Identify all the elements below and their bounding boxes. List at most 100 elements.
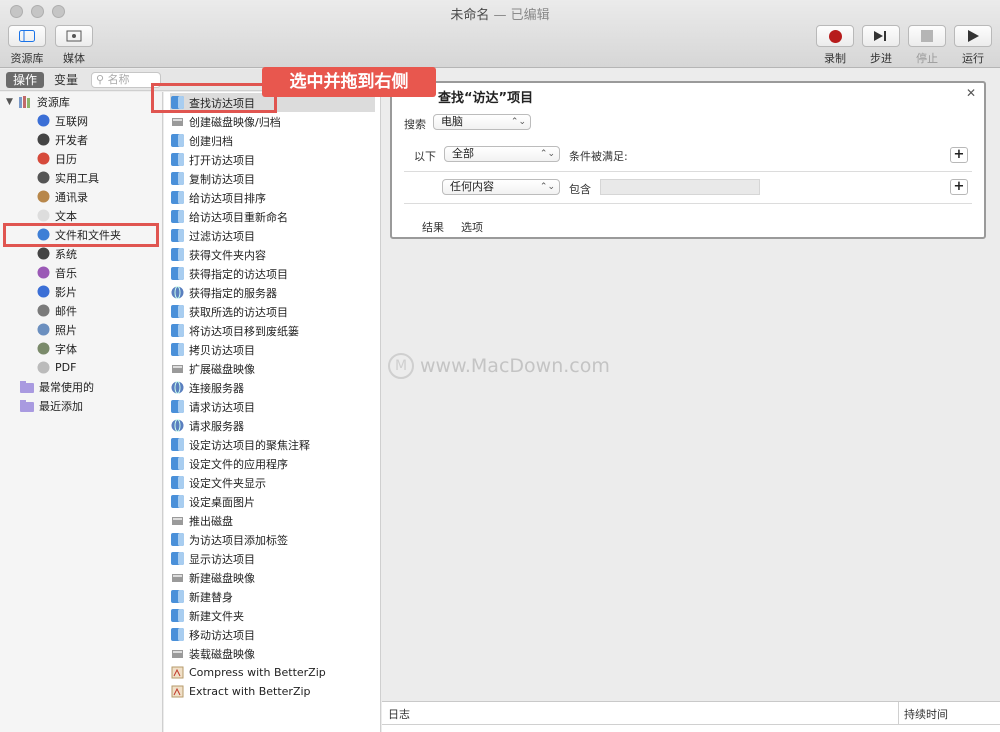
tab-actions[interactable]: 操作 [6,72,45,88]
finder-icon [170,134,184,148]
search-scope-popup[interactable]: 电脑 ⌃⌄ [433,114,531,130]
action-item[interactable]: 获取所选的访达项目 [170,302,375,321]
duration-column-header[interactable]: 持续时间 [904,706,948,722]
watermark: M www.MacDown.com [388,353,610,379]
contains-label: 包含 [569,183,591,196]
finder-icon [170,457,184,471]
action-item[interactable]: 新建文件夹 [170,606,375,625]
window-titlebar: 未命名 — 已编辑 资源库 媒体 录制 步进 停止 运行 [0,0,1000,68]
action-item[interactable]: 设定桌面图片 [170,492,375,511]
column-divider [898,702,899,724]
action-item[interactable]: 新建替身 [170,587,375,606]
library-item[interactable]: 音乐 [36,263,77,282]
library-item[interactable]: 字体 [36,339,77,358]
library-item[interactable]: 互联网 [36,111,88,130]
action-item[interactable]: 拷贝访达项目 [170,340,375,359]
divider [404,203,972,204]
action-item[interactable]: 连接服务器 [170,378,375,397]
library-item-label: PDF [55,361,77,374]
action-item-label: Compress with BetterZip [189,666,326,679]
actions-list: 查找访达项目 创建磁盘映像/归档 创建归档 打开访达项目 复制访达项目 给访达项目排序 给访… [164,92,381,732]
finder-icon [170,533,184,547]
record-icon [828,29,842,43]
library-item[interactable]: 开发者 [36,130,88,149]
action-item[interactable]: 设定访达项目的聚焦注释 [170,435,375,454]
action-item[interactable]: 获得指定的访达项目 [170,264,375,283]
annotation-callout: 选中并拖到右侧 [262,67,436,97]
below-label: 以下 [414,150,436,163]
log-panel: 日志 持续时间 [382,701,1000,732]
media-button[interactable] [55,25,93,47]
action-item-label: 创建归档 [189,134,233,148]
finder-icon [170,248,184,262]
action-item[interactable]: 过滤访达项目 [170,226,375,245]
library-root-label: 资源库 [36,95,70,109]
record-button[interactable] [816,25,854,47]
library-item[interactable]: 通讯录 [36,187,88,206]
action-item[interactable]: 创建归档 [170,131,375,150]
action-item[interactable]: 复制访达项目 [170,169,375,188]
library-item[interactable]: PDF [36,358,76,377]
media-icon [66,30,82,42]
record-label: 录制 [824,52,846,65]
library-root[interactable]: ▼ 资源库 [6,92,70,111]
action-item-label: 给访达项目重新命名 [189,210,288,224]
action-item[interactable]: 扩展磁盘映像 [170,359,375,378]
library-toggle-button[interactable] [8,25,46,47]
library-item-label: 文本 [55,209,77,223]
match-popup[interactable]: 全部 ⌃⌄ [444,146,560,162]
action-item[interactable]: 移动访达项目 [170,625,375,644]
action-item[interactable]: 为访达项目添加标签 [170,530,375,549]
action-item[interactable]: 显示访达项目 [170,549,375,568]
tab-variables[interactable]: 变量 [47,72,85,88]
action-item[interactable]: 获得文件夹内容 [170,245,375,264]
finder-icon [170,438,184,452]
log-column-header[interactable]: 日志 [388,706,410,722]
action-item[interactable]: 给访达项目排序 [170,188,375,207]
action-item[interactable]: 推出磁盘 [170,511,375,530]
action-item[interactable]: 请求访达项目 [170,397,375,416]
library-item[interactable]: 影片 [36,282,77,301]
action-item[interactable]: Extract with BetterZip [170,682,375,701]
divider [382,724,1000,725]
action-item[interactable]: 打开访达项目 [170,150,375,169]
library-item-most-used[interactable]: 最常使用的 [20,377,94,396]
library-item[interactable]: 邮件 [36,301,77,320]
tab-options[interactable]: 选项 [461,219,483,235]
close-icon[interactable]: ✕ [966,86,976,100]
library-item[interactable]: 日历 [36,149,77,168]
stop-button[interactable] [908,25,946,47]
step-label: 步进 [870,52,892,65]
workflow-area[interactable]: 查找“访达”项目 ✕ 搜索 电脑 ⌃⌄ 以下 全部 ⌃⌄ 条件被满足: + 任何… [382,69,1000,701]
add-condition-button[interactable]: + [950,147,968,163]
action-item-label: 获得文件夹内容 [189,248,266,262]
action-item[interactable]: 设定文件的应用程序 [170,454,375,473]
action-item[interactable]: 给访达项目重新命名 [170,207,375,226]
smart-folder-icon [20,399,34,413]
action-item[interactable]: 获得指定的服务器 [170,283,375,302]
finder-icon [170,267,184,281]
action-item[interactable]: 新建磁盘映像 [170,568,375,587]
disk-icon [170,514,184,528]
divider [404,171,972,172]
add-criteria-button[interactable]: + [950,179,968,195]
library-item-recently-added[interactable]: 最近添加 [20,396,83,415]
library-item[interactable]: 实用工具 [36,168,99,187]
music-icon [36,266,50,280]
tab-results[interactable]: 结果 [422,219,444,235]
action-item[interactable]: 设定文件夹显示 [170,473,375,492]
action-card-find-finder-items[interactable]: 查找“访达”项目 ✕ 搜索 电脑 ⌃⌄ 以下 全部 ⌃⌄ 条件被满足: + 任何… [390,81,986,239]
library-item-label: 实用工具 [55,171,99,185]
action-item[interactable]: 创建磁盘映像/归档 [170,112,375,131]
action-item[interactable]: 将访达项目移到废纸篓 [170,321,375,340]
run-button[interactable] [954,25,992,47]
library-item-label: 互联网 [55,114,88,128]
action-item[interactable]: 装载磁盘映像 [170,644,375,663]
library-item[interactable]: 照片 [36,320,77,339]
contains-text-field[interactable] [600,179,760,195]
action-item[interactable]: 请求服务器 [170,416,375,435]
step-button[interactable] [862,25,900,47]
action-item[interactable]: Compress with BetterZip [170,663,375,682]
criteria-popup[interactable]: 任何内容 ⌃⌄ [442,179,560,195]
finder-icon [170,609,184,623]
